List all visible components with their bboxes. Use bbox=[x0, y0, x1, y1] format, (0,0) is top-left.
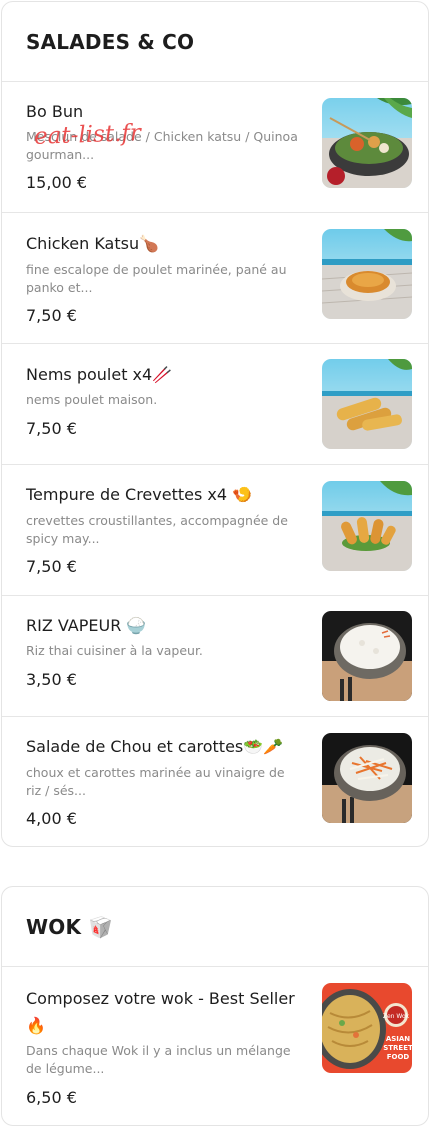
chicken-katsu-photo bbox=[322, 229, 412, 319]
svg-text:STREET: STREET bbox=[383, 1044, 412, 1052]
item-description: fine escalope de poulet marinée, pané au… bbox=[26, 262, 287, 295]
tempura-shrimp-photo bbox=[322, 481, 412, 571]
item-description: nems poulet maison. bbox=[26, 392, 158, 407]
item-price: 6,50 € bbox=[26, 1088, 77, 1107]
menu-item-nems-poulet[interactable]: Nems poulet x4🥢 nems poulet maison. 7,50… bbox=[2, 344, 428, 465]
menu-item-tempura-crevettes[interactable]: Tempure de Crevettes x4 🍤 crevettes crou… bbox=[2, 465, 428, 596]
svg-text:ASIAN: ASIAN bbox=[386, 1035, 410, 1043]
menu-item-composez-wok[interactable]: Composez votre wok - Best Seller 🔥 Dans … bbox=[2, 967, 428, 1125]
item-price: 4,00 € bbox=[26, 809, 77, 828]
svg-text:FOOD: FOOD bbox=[387, 1053, 410, 1061]
item-name: Tempure de Crevettes x4 🍤 bbox=[26, 485, 253, 504]
item-description: Dans chaque Wok il y a inclus un mélange… bbox=[26, 1043, 291, 1076]
menu-item-chicken-katsu[interactable]: Chicken Katsu🍗 fine escalope de poulet m… bbox=[2, 213, 428, 344]
item-name: RIZ VAPEUR 🍚 bbox=[26, 616, 147, 635]
item-price: 7,50 € bbox=[26, 419, 77, 438]
item-price: 7,50 € bbox=[26, 557, 77, 576]
steamed-rice-photo bbox=[322, 611, 412, 701]
cabbage-carrot-salad-photo bbox=[322, 733, 412, 823]
section-card-wok: WOK 🥡 Composez votre wok - Best Seller 🔥… bbox=[1, 886, 429, 1126]
item-description: choux et carottes marinée au vinaigre de… bbox=[26, 765, 285, 798]
section-title: WOK 🥡 bbox=[26, 915, 114, 939]
item-price: 3,50 € bbox=[26, 670, 77, 689]
menu-item-bo-bun[interactable]: Bo Bun Mesclun de salade / Chicken katsu… bbox=[2, 82, 428, 213]
section-card-salades: SALADES & CO Bo Bun Mesclun de salade / … bbox=[1, 1, 429, 847]
item-name: Nems poulet x4🥢 bbox=[26, 365, 173, 384]
item-description: crevettes croustillantes, accompagnée de… bbox=[26, 513, 288, 546]
section-header: WOK 🥡 bbox=[2, 887, 428, 967]
svg-text:Zen Wok: Zen Wok bbox=[383, 1013, 410, 1020]
item-name: Salade de Chou et carottes🥗🥕 bbox=[26, 737, 284, 756]
item-name: Bo Bun bbox=[26, 102, 84, 121]
item-price: 7,50 € bbox=[26, 306, 77, 325]
section-title: SALADES & CO bbox=[26, 30, 195, 54]
item-price: 15,00 € bbox=[26, 173, 88, 192]
menu-item-salade-chou-carottes[interactable]: Salade de Chou et carottes🥗🥕 choux et ca… bbox=[2, 717, 428, 846]
section-header: SALADES & CO bbox=[2, 2, 428, 82]
item-description: Riz thai cuisiner à la vapeur. bbox=[26, 643, 203, 658]
item-description: Mesclun de salade / Chicken katsu / Quin… bbox=[26, 129, 298, 162]
bo-bun-bowl-photo bbox=[322, 98, 412, 188]
nems-photo bbox=[322, 359, 412, 449]
item-name: Chicken Katsu🍗 bbox=[26, 234, 160, 253]
wok-noodles-photo: Zen Wok ASIAN STREET FOOD bbox=[322, 983, 412, 1073]
menu-item-riz-vapeur[interactable]: RIZ VAPEUR 🍚 Riz thai cuisiner à la vape… bbox=[2, 596, 428, 717]
item-name: Composez votre wok - Best Seller 🔥 bbox=[26, 989, 295, 1035]
